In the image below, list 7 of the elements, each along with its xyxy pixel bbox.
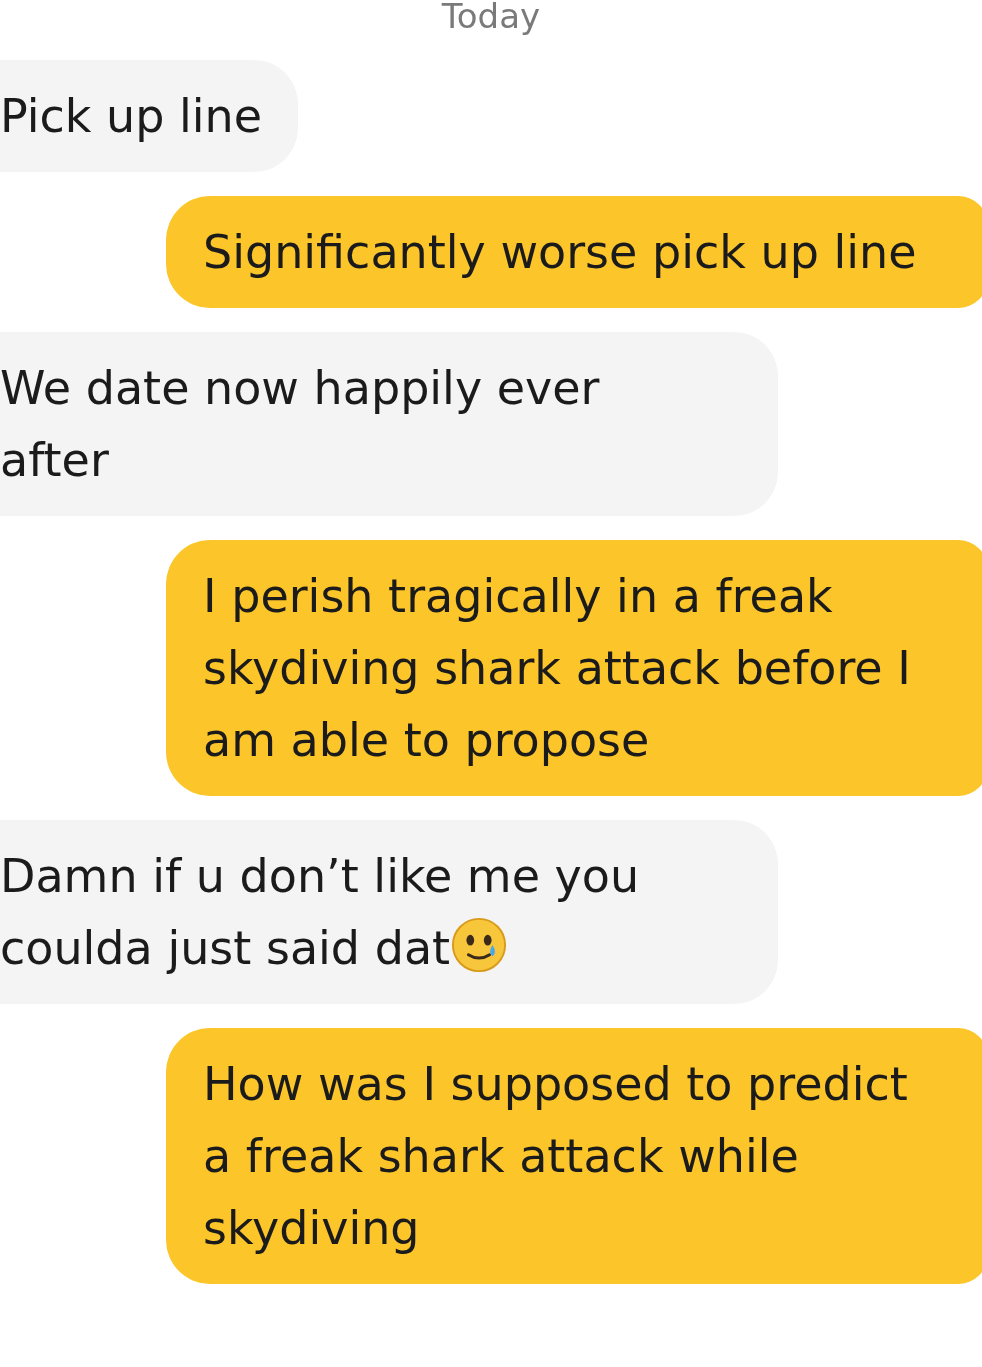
message-text: How was I supposed to predict a freak shark attack while skydiving (203, 1057, 908, 1255)
date-divider: Today (441, 0, 541, 36)
message-text: Damn if u don’t like me you coulda just said dat (0, 849, 640, 975)
message-text: Significantly worse pick up line (203, 225, 917, 279)
message-text: Pick up line (0, 89, 263, 143)
message-text: We date now happily ever after (0, 361, 600, 487)
message-text: I perish tragically in a freak skydiving shark attack before I am able to propose (203, 569, 911, 767)
